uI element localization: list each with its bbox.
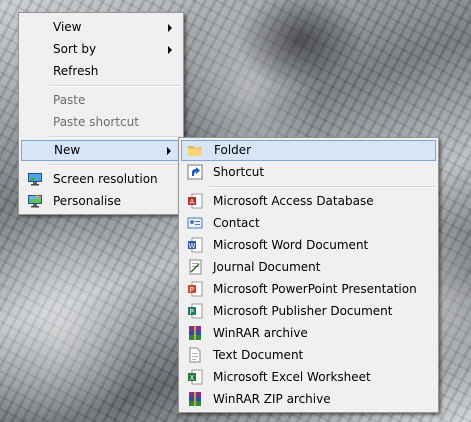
menu-item-new[interactable]: New (21, 140, 181, 161)
powerpoint-icon: P (187, 281, 203, 297)
contact-icon (187, 215, 203, 231)
menu-item-label: Sort by (53, 42, 97, 56)
personalise-icon (27, 193, 43, 209)
desktop-context-menu: View Sort by Refresh Paste Paste shortcu… (18, 12, 184, 215)
submenu-item-word-document[interactable]: W Microsoft Word Document (181, 235, 436, 256)
submenu-item-excel-worksheet[interactable]: X Microsoft Excel Worksheet (181, 367, 436, 388)
text-document-icon (187, 347, 203, 363)
word-icon: W (187, 237, 203, 253)
winrar-icon (187, 325, 203, 341)
menu-item-label: Screen resolution (53, 172, 158, 186)
submenu-item-access-database[interactable]: A Microsoft Access Database (181, 191, 436, 212)
submenu-item-powerpoint-presentation[interactable]: P Microsoft PowerPoint Presentation (181, 279, 436, 300)
menu-item-label: Paste shortcut (53, 115, 139, 129)
submenu-item-label: Microsoft PowerPoint Presentation (213, 282, 417, 296)
menu-item-personalise[interactable]: Personalise (21, 191, 181, 212)
menu-item-paste-shortcut: Paste shortcut (21, 112, 181, 133)
menu-separator (49, 85, 181, 87)
monitor-icon (27, 171, 43, 187)
submenu-item-label: Microsoft Excel Worksheet (213, 370, 371, 384)
svg-text:W: W (189, 242, 196, 250)
menu-item-paste: Paste (21, 90, 181, 111)
submenu-item-contact[interactable]: Contact (181, 213, 436, 234)
menu-item-sort-by[interactable]: Sort by (21, 39, 181, 60)
menu-separator (49, 164, 181, 166)
submenu-item-label: Shortcut (213, 165, 265, 179)
menu-separator (49, 136, 181, 138)
menu-item-label: View (53, 20, 82, 34)
submenu-item-shortcut[interactable]: Shortcut (181, 162, 436, 183)
excel-icon: X (187, 369, 203, 385)
submenu-item-label: Folder (214, 143, 252, 157)
publisher-icon: P (187, 303, 203, 319)
shortcut-icon (187, 164, 203, 180)
menu-item-screen-resolution[interactable]: Screen resolution (21, 169, 181, 190)
menu-item-view[interactable]: View (21, 17, 181, 38)
submenu-item-label: Contact (213, 216, 260, 230)
submenu-item-label: Journal Document (213, 260, 321, 274)
submenu-arrow-icon (168, 46, 172, 54)
submenu-item-label: Microsoft Publisher Document (213, 304, 393, 318)
submenu-item-label: WinRAR ZIP archive (213, 392, 331, 406)
svg-text:P: P (190, 286, 194, 294)
submenu-item-journal-document[interactable]: Journal Document (181, 257, 436, 278)
submenu-item-winrar-zip-archive[interactable]: WinRAR ZIP archive (181, 389, 436, 410)
winrar-zip-icon (187, 391, 203, 407)
submenu-item-label: WinRAR archive (213, 326, 308, 340)
access-icon: A (187, 193, 203, 209)
submenu-arrow-icon (167, 147, 171, 155)
submenu-item-publisher-document[interactable]: P Microsoft Publisher Document (181, 301, 436, 322)
submenu-item-text-document[interactable]: Text Document (181, 345, 436, 366)
submenu-item-label: Text Document (213, 348, 304, 362)
journal-icon (187, 259, 203, 275)
menu-item-label: Paste (53, 93, 86, 107)
menu-item-label: Refresh (53, 64, 99, 78)
submenu-item-label: Microsoft Access Database (213, 194, 374, 208)
svg-text:A: A (190, 198, 195, 206)
svg-text:P: P (190, 308, 194, 316)
menu-item-label: New (54, 143, 81, 157)
submenu-item-label: Microsoft Word Document (213, 238, 369, 252)
submenu-item-folder[interactable]: Folder (181, 140, 436, 161)
menu-item-label: Personalise (53, 194, 121, 208)
menu-separator (209, 186, 436, 188)
menu-item-refresh[interactable]: Refresh (21, 61, 181, 82)
submenu-item-winrar-archive[interactable]: WinRAR archive (181, 323, 436, 344)
svg-text:X: X (190, 374, 195, 382)
folder-icon (187, 142, 203, 158)
new-submenu: Folder Shortcut A Microsoft Access Datab… (178, 137, 439, 413)
submenu-arrow-icon (168, 24, 172, 32)
